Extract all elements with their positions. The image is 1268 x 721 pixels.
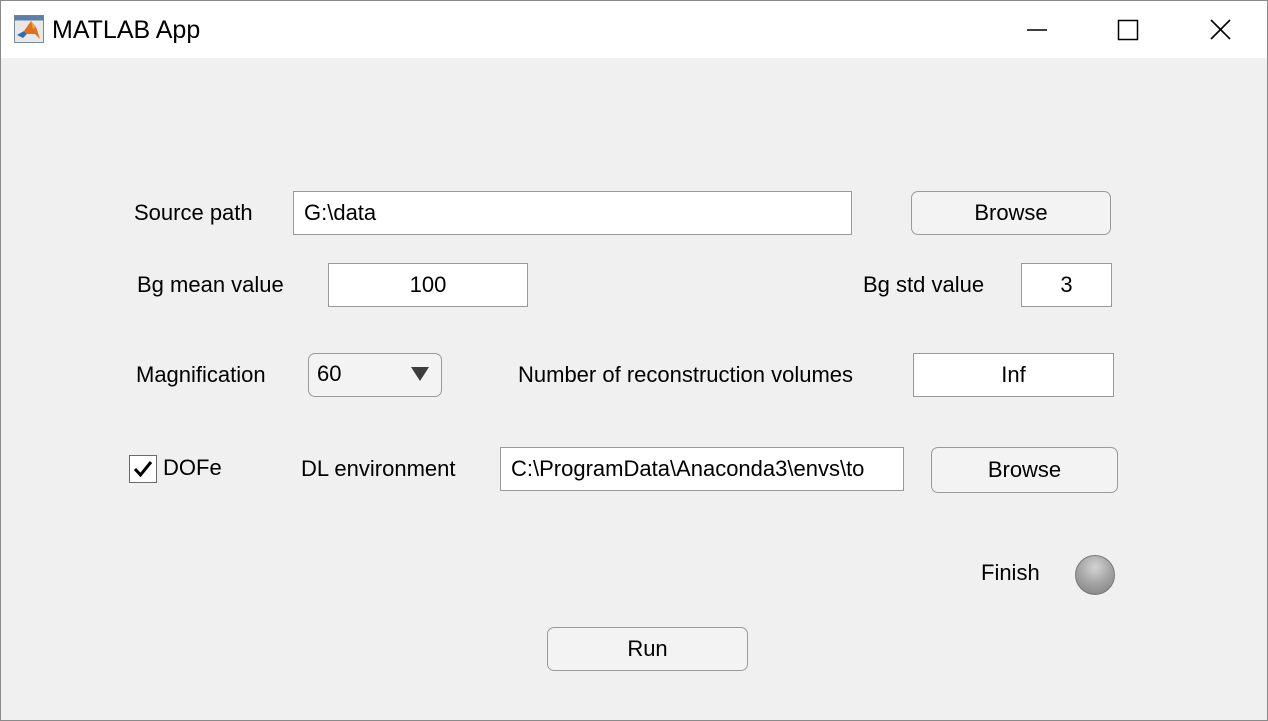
dofe-label[interactable]: DOFe <box>163 454 222 482</box>
maximize-icon <box>1117 19 1139 41</box>
dofe-checkbox[interactable] <box>129 455 157 483</box>
bg-std-label: Bg std value <box>863 272 985 297</box>
bg-mean-input[interactable]: 100 <box>328 263 528 307</box>
finish-label: Finish <box>981 560 1040 585</box>
dropdown-arrow-icon <box>411 367 429 381</box>
source-path-label: Source path <box>134 200 253 225</box>
num-volumes-input[interactable]: Inf <box>913 353 1114 397</box>
finish-status-lamp <box>1075 555 1115 595</box>
source-browse-button[interactable]: Browse <box>911 191 1111 235</box>
window-title: MATLAB App <box>52 16 201 44</box>
bg-std-input[interactable]: 3 <box>1021 263 1112 307</box>
minimize-icon <box>1027 29 1047 31</box>
maximize-button[interactable] <box>1083 1 1175 58</box>
close-button[interactable] <box>1175 1 1267 58</box>
magnification-selected-value: 60 <box>317 361 342 386</box>
dl-environment-label: DL environment <box>301 456 456 481</box>
run-button[interactable]: Run <box>547 627 748 671</box>
dl-environment-input[interactable]: C:\ProgramData\Anaconda3\envs\to <box>500 447 904 491</box>
minimize-button[interactable] <box>991 1 1083 58</box>
matlab-logo-icon <box>14 15 44 43</box>
close-icon <box>1210 19 1231 40</box>
dl-browse-button[interactable]: Browse <box>931 447 1118 493</box>
magnification-dropdown[interactable]: 60 <box>308 353 442 397</box>
bg-mean-label: Bg mean value <box>137 272 284 297</box>
checkmark-icon <box>133 461 153 478</box>
num-volumes-label: Number of reconstruction volumes <box>518 362 854 387</box>
title-bar[interactable]: MATLAB App <box>1 1 1267 58</box>
app-window: MATLAB App Source path G:\data Browse Bg… <box>0 0 1268 721</box>
source-path-input[interactable]: G:\data <box>293 191 852 235</box>
magnification-label: Magnification <box>136 362 266 387</box>
